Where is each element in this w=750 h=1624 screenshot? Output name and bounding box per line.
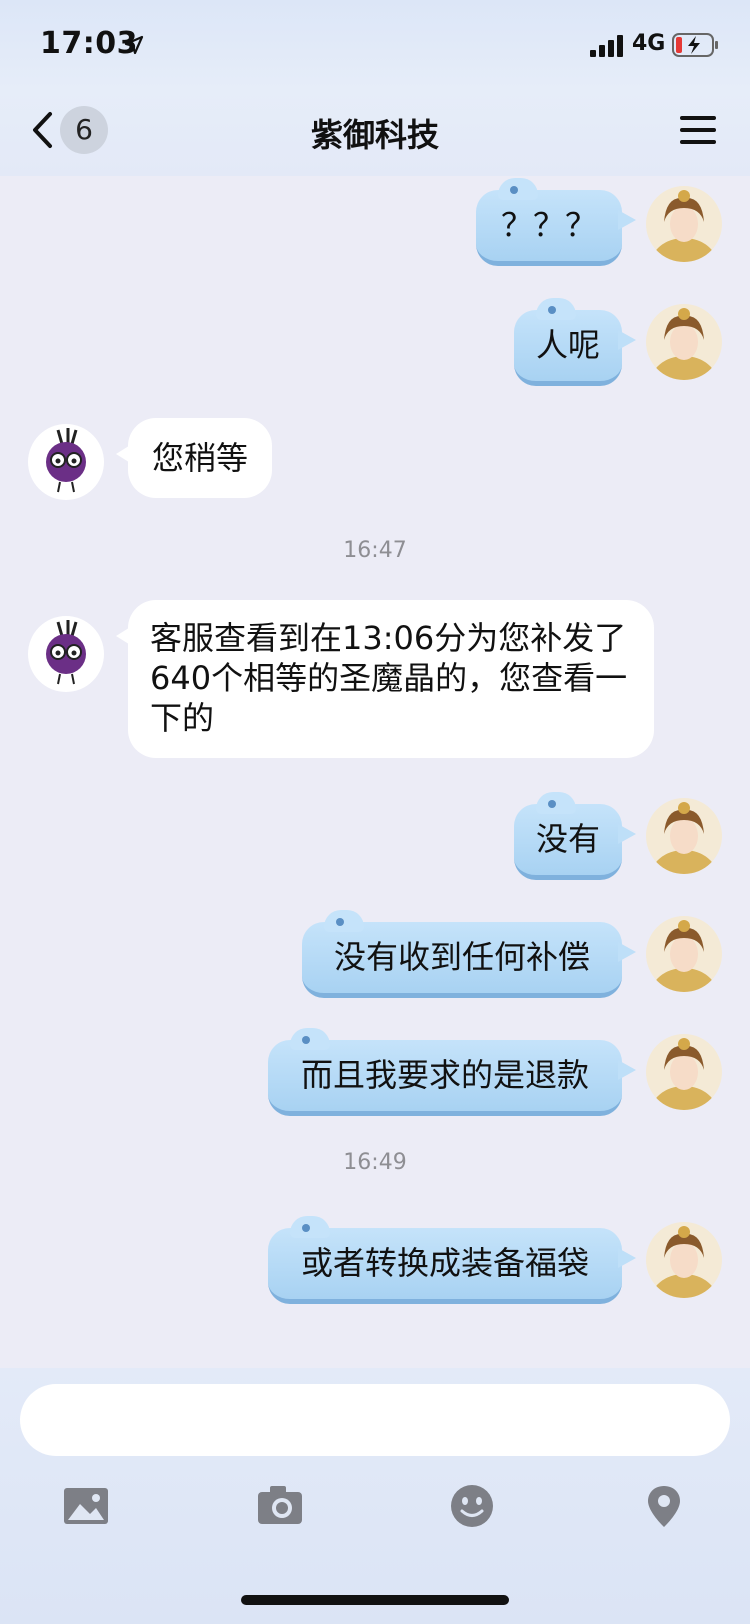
nav-bar: 6 紫御科技: [0, 90, 750, 176]
user-avatar[interactable]: [646, 304, 722, 380]
emoji-icon[interactable]: [448, 1484, 496, 1528]
user-avatar[interactable]: [646, 798, 722, 874]
message-text: ？？？: [500, 206, 597, 244]
home-indicator: [241, 1595, 509, 1605]
message-text: 而且我要求的是退款: [300, 1056, 589, 1094]
image-icon[interactable]: [62, 1484, 110, 1528]
user-avatar[interactable]: [646, 1222, 722, 1298]
outgoing-message-bubble[interactable]: 而且我要求的是退款: [268, 1028, 636, 1116]
agent-avatar[interactable]: [28, 424, 104, 500]
outgoing-message-bubble[interactable]: 或者转换成装备福袋: [268, 1216, 636, 1304]
user-avatar[interactable]: [646, 1034, 722, 1110]
message-text: 没有收到任何补偿: [333, 938, 590, 976]
signal-icon: [590, 35, 623, 57]
message-text: 人呢: [535, 326, 600, 364]
message-text: 客服查看到在13:06分为您补发了640个相等的圣魔晶的，您查看一下的: [150, 619, 628, 737]
location-icon[interactable]: [640, 1484, 688, 1528]
outgoing-message-bubble[interactable]: 没有收到任何补偿: [302, 910, 636, 998]
message-text: 没有: [535, 820, 600, 858]
agent-avatar[interactable]: [28, 616, 104, 692]
input-panel: [0, 1368, 750, 1624]
user-avatar[interactable]: [646, 916, 722, 992]
outgoing-message-bubble[interactable]: 没有: [514, 792, 636, 880]
incoming-message-bubble[interactable]: 您稍等: [116, 418, 272, 498]
chat-title: 紫御科技: [310, 116, 439, 154]
message-text: 您稍等: [152, 439, 249, 477]
status-bar: 17:03 4G: [0, 0, 750, 90]
menu-icon[interactable]: [680, 114, 716, 146]
incoming-message-bubble[interactable]: 客服查看到在13:06分为您补发了640个相等的圣魔晶的，您查看一下的: [116, 600, 654, 758]
user-avatar[interactable]: [646, 186, 722, 262]
location-arrow-icon: [124, 35, 144, 55]
chat-message-list[interactable]: ？？？ 人呢 您稍等 16:47 客服查看到在13:06分为您补发了640个相等…: [0, 176, 750, 1368]
camera-icon[interactable]: [256, 1484, 304, 1528]
message-input[interactable]: [20, 1384, 730, 1456]
timestamp: 16:47: [343, 538, 407, 563]
outgoing-message-bubble[interactable]: 人呢: [514, 298, 636, 386]
outgoing-message-bubble[interactable]: ？？？: [476, 178, 636, 266]
message-text: 或者转换成装备福袋: [300, 1244, 589, 1282]
network-type: 4G: [632, 31, 666, 56]
battery-icon: [672, 33, 718, 57]
timestamp: 16:49: [343, 1150, 407, 1175]
